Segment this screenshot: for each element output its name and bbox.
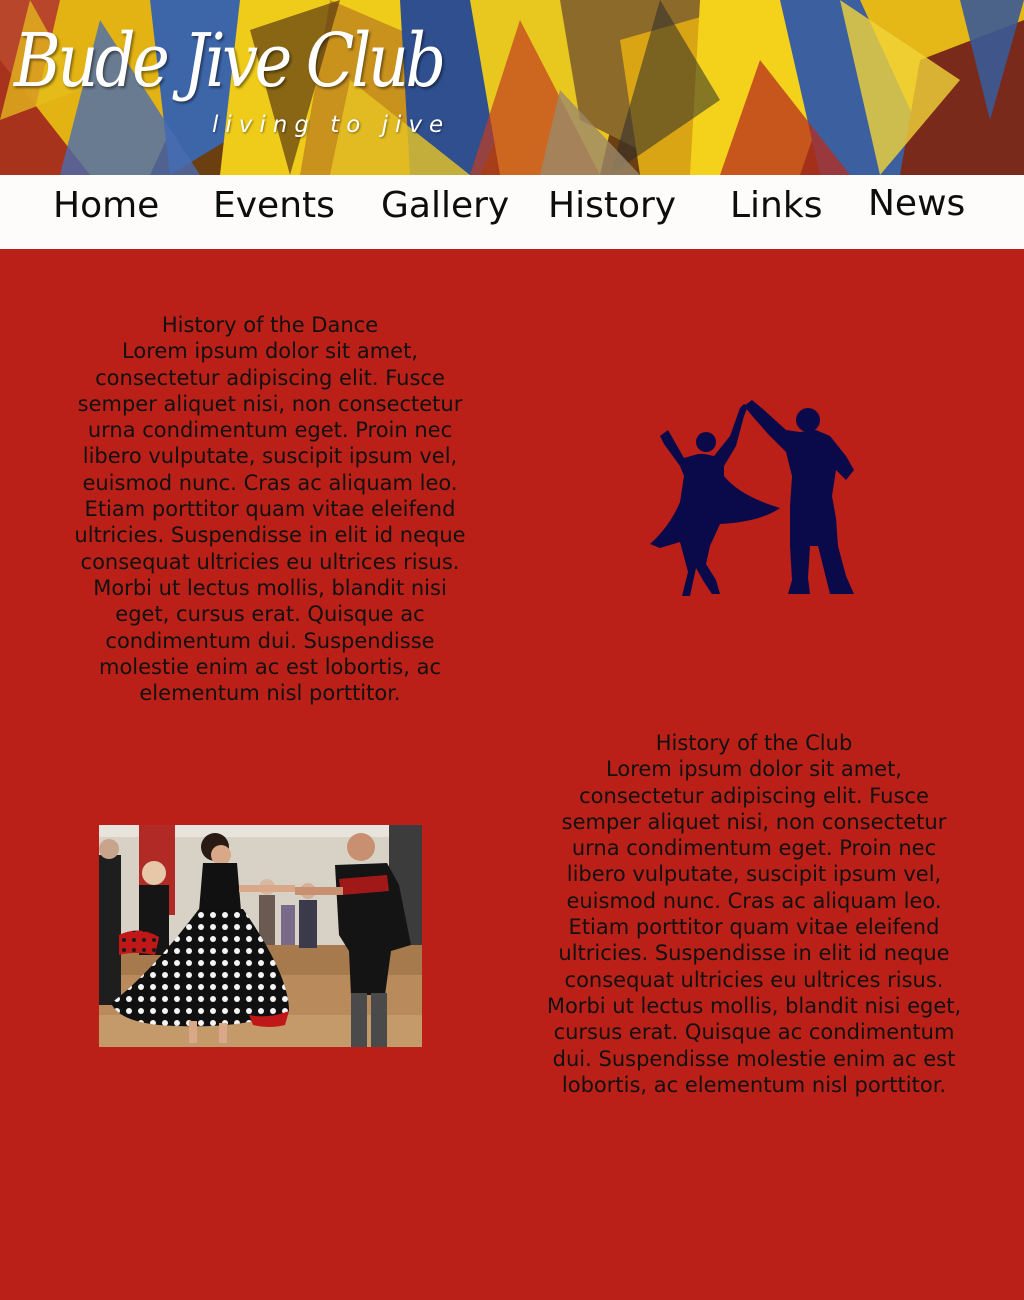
main-nav: Home Events Gallery History Links News [0,175,1024,249]
site-logo[interactable]: Bude Jive Club living to jive [14,18,454,148]
site-banner: Bude Jive Club living to jive [0,0,1024,175]
jive-dancers-silhouette-icon [650,400,854,596]
club-history-section: History of the Club Lorem ipsum dolor si… [546,730,962,1098]
dance-history-heading: History of the Dance [161,313,379,337]
nav-links[interactable]: Links [730,185,822,226]
club-history-heading: History of the Club [655,731,853,755]
dance-history-section: History of the Dance Lorem ipsum dolor s… [70,312,470,706]
nav-events[interactable]: Events [213,185,335,226]
nav-news[interactable]: News [868,183,965,224]
logo-title: Bude Jive Club [14,18,446,104]
dancing-couple-photo [99,825,422,1047]
dance-history-text: Lorem ipsum dolor sit amet, consectetur … [74,339,466,706]
nav-home[interactable]: Home [53,185,159,226]
logo-tagline: living to jive [212,112,451,138]
nav-gallery[interactable]: Gallery [381,185,509,226]
dancing-couple-photo-art [99,825,422,1047]
club-history-text: Lorem ipsum dolor sit amet, consectetur … [546,757,962,1097]
nav-history[interactable]: History [548,185,676,226]
